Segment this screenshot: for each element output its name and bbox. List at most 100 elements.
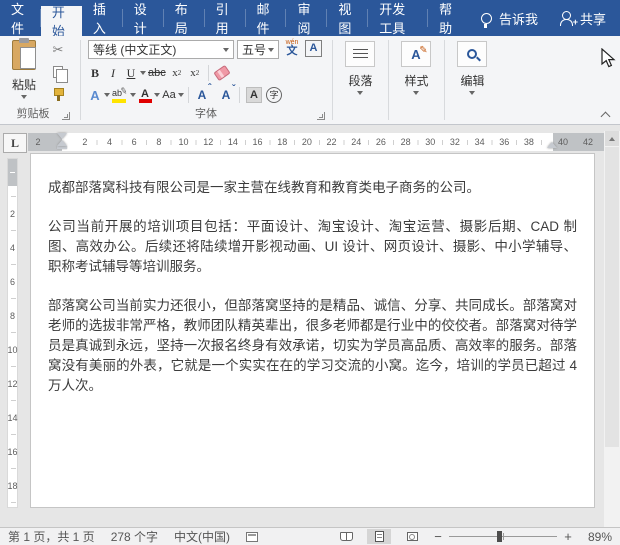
clipboard-dialog-launcher[interactable] bbox=[62, 112, 70, 120]
print-layout-icon bbox=[374, 531, 384, 542]
ruler-number: 36 bbox=[499, 137, 510, 147]
clipboard-group: 粘贴 ✂ 剪贴板 bbox=[0, 36, 80, 124]
styles-group-label: 样式 bbox=[404, 74, 429, 88]
shrink-font-button[interactable]: A bbox=[217, 84, 235, 105]
vertical-ruler[interactable]: 2 4 6 8 10 12 14 16 18 bbox=[7, 158, 18, 508]
font-group-label: 字体 bbox=[195, 108, 217, 120]
bold-button[interactable]: B bbox=[86, 64, 104, 83]
ribbon-tab-references[interactable]: 引用 bbox=[205, 0, 246, 36]
paragraph[interactable]: 成都部落窝科技有限公司是一家主营在线教育和教育类电子商务的公司。 bbox=[48, 178, 577, 198]
paragraph-button[interactable] bbox=[345, 41, 375, 67]
clear-formatting-button[interactable] bbox=[213, 64, 231, 83]
text-effects-button[interactable]: A bbox=[86, 86, 104, 105]
character-shading-button[interactable]: A bbox=[244, 86, 264, 105]
zoom-out-button[interactable]: − bbox=[433, 529, 443, 544]
zoom-slider-thumb[interactable] bbox=[497, 531, 502, 542]
styles-dropdown-arrow[interactable] bbox=[413, 91, 419, 95]
ruler-number: 4 bbox=[107, 137, 113, 147]
ruler-margin-number: 2 bbox=[35, 137, 41, 147]
ribbon-tab-view[interactable]: 视图 bbox=[327, 0, 369, 36]
right-indent-marker[interactable] bbox=[547, 142, 557, 148]
phonetic-guide-button[interactable]: wén 文 bbox=[283, 39, 301, 59]
editing-dropdown-arrow[interactable] bbox=[469, 91, 475, 95]
change-case-button[interactable]: Aa bbox=[160, 86, 178, 105]
enclose-characters-button[interactable]: 字 bbox=[264, 86, 284, 105]
superscript-button[interactable]: x2 bbox=[186, 64, 204, 83]
paragraph[interactable]: 公司当前开展的培训项目包括：平面设计、淘宝设计、淘宝运营、摄影后期、CAD 制图… bbox=[48, 217, 577, 277]
format-painter-button[interactable] bbox=[48, 85, 68, 103]
tell-me-button[interactable]: 告诉我 bbox=[469, 0, 550, 36]
font-name-combobox[interactable]: 等线 (中文正文) bbox=[88, 40, 234, 59]
font-group: 等线 (中文正文) 五号 wén 文 A B I U abc x2 x2 A a… bbox=[81, 36, 331, 124]
collapse-ribbon-button[interactable] bbox=[602, 110, 610, 118]
paragraph-dropdown-arrow[interactable] bbox=[357, 91, 363, 95]
font-name-value: 等线 (中文正文) bbox=[93, 43, 177, 57]
font-color-button[interactable]: A bbox=[136, 86, 154, 105]
ribbon-tab-help[interactable]: 帮助 bbox=[428, 0, 469, 36]
copy-button[interactable] bbox=[48, 63, 68, 83]
document-page[interactable]: 成都部落窝科技有限公司是一家主营在线教育和教育类电子商务的公司。公司当前开展的培… bbox=[30, 153, 595, 508]
scroll-up-button[interactable] bbox=[605, 131, 619, 146]
horizontal-ruler[interactable]: 2 2 4 6 8 10 12 14 16 18 20 22 24 26 28 30 32 34 36 38 40 … bbox=[28, 133, 620, 151]
tab-stop-selector[interactable]: L bbox=[3, 133, 27, 153]
macro-record-icon[interactable] bbox=[246, 531, 259, 542]
ribbon-tab-home[interactable]: 开始 bbox=[40, 5, 82, 39]
web-layout-button[interactable] bbox=[400, 529, 424, 544]
underline-button[interactable]: U bbox=[122, 64, 140, 83]
page-indicator[interactable]: 第 1 页，共 1 页 bbox=[8, 528, 95, 545]
italic-button[interactable]: I bbox=[104, 64, 122, 83]
ribbon-tab-design[interactable]: 设计 bbox=[123, 0, 164, 36]
paste-dropdown-arrow[interactable] bbox=[21, 95, 27, 99]
strikethrough-button[interactable]: abc bbox=[146, 64, 168, 83]
scissors-icon: ✂ bbox=[52, 42, 64, 57]
ribbon-tab-insert[interactable]: 插入 bbox=[82, 0, 123, 36]
ribbon-tab-layout[interactable]: 布局 bbox=[164, 0, 205, 36]
left-indent-marker[interactable] bbox=[57, 146, 67, 149]
ribbon-tabs: 文件 开始 插入 设计 布局 引用 邮件 审阅 视图 开发工具 帮助 bbox=[0, 0, 469, 39]
word-count[interactable]: 278 个字 bbox=[111, 528, 158, 545]
paragraph-group: 段落 bbox=[333, 36, 388, 124]
tell-me-label: 告诉我 bbox=[498, 11, 538, 27]
paragraph-lines-icon bbox=[352, 48, 368, 60]
ruler-number: 24 bbox=[351, 137, 362, 147]
scrollbar-thumb[interactable] bbox=[605, 147, 619, 447]
ribbon-tab-mailings[interactable]: 邮件 bbox=[246, 0, 287, 36]
zoom-in-button[interactable]: + bbox=[563, 529, 573, 544]
status-bar: 第 1 页，共 1 页 278 个字 中文(中国) − + 89% bbox=[0, 527, 620, 545]
hanging-indent-marker[interactable] bbox=[57, 140, 67, 146]
share-button[interactable]: + 共享 bbox=[550, 0, 620, 36]
grow-font-button[interactable]: A bbox=[193, 83, 211, 105]
highlighter-icon: ab ✎ bbox=[112, 85, 129, 103]
ribbon-tab-review[interactable]: 审阅 bbox=[286, 0, 328, 36]
styles-group: A ✎ 样式 bbox=[389, 36, 444, 124]
read-mode-button[interactable] bbox=[334, 529, 358, 544]
clipboard-group-label: 剪贴板 bbox=[16, 108, 50, 120]
paste-label: 粘贴 bbox=[11, 78, 36, 92]
ruler-number: 16 bbox=[7, 447, 18, 457]
styles-button[interactable]: A ✎ bbox=[401, 41, 431, 67]
vertical-scrollbar[interactable] bbox=[604, 131, 620, 527]
first-line-indent-marker[interactable] bbox=[57, 133, 67, 139]
ruler-number: 26 bbox=[375, 137, 386, 147]
subscript-button[interactable]: x2 bbox=[168, 64, 186, 83]
character-border-button[interactable]: A bbox=[305, 40, 322, 57]
cut-button[interactable]: ✂ bbox=[48, 41, 68, 59]
ruler-number: 32 bbox=[449, 137, 460, 147]
zoom-slider[interactable] bbox=[449, 531, 557, 542]
font-size-combobox[interactable]: 五号 bbox=[237, 40, 279, 59]
editing-button[interactable] bbox=[457, 41, 487, 67]
change-case-dropdown-arrow[interactable] bbox=[178, 93, 184, 97]
ribbon-tab-file[interactable]: 文件 bbox=[0, 0, 41, 36]
mouse-cursor bbox=[601, 48, 616, 68]
paragraph[interactable]: 部落窝公司当前实力还很小，但部落窝坚持的是精品、诚信、分享、共同成长。部落窝对老… bbox=[48, 296, 577, 396]
language-indicator[interactable]: 中文(中国) bbox=[174, 528, 230, 545]
zoom-level[interactable]: 89% bbox=[582, 530, 612, 544]
font-dialog-launcher[interactable] bbox=[317, 112, 325, 120]
ruler-number: 12 bbox=[7, 379, 18, 389]
ribbon-tab-developer[interactable]: 开发工具 bbox=[368, 0, 428, 36]
print-layout-button[interactable] bbox=[367, 529, 391, 544]
highlight-button[interactable]: ab ✎ bbox=[110, 85, 130, 105]
format-painter-icon bbox=[52, 87, 64, 101]
indent-markers[interactable] bbox=[57, 133, 67, 151]
ruler-number: 12 bbox=[203, 137, 214, 147]
